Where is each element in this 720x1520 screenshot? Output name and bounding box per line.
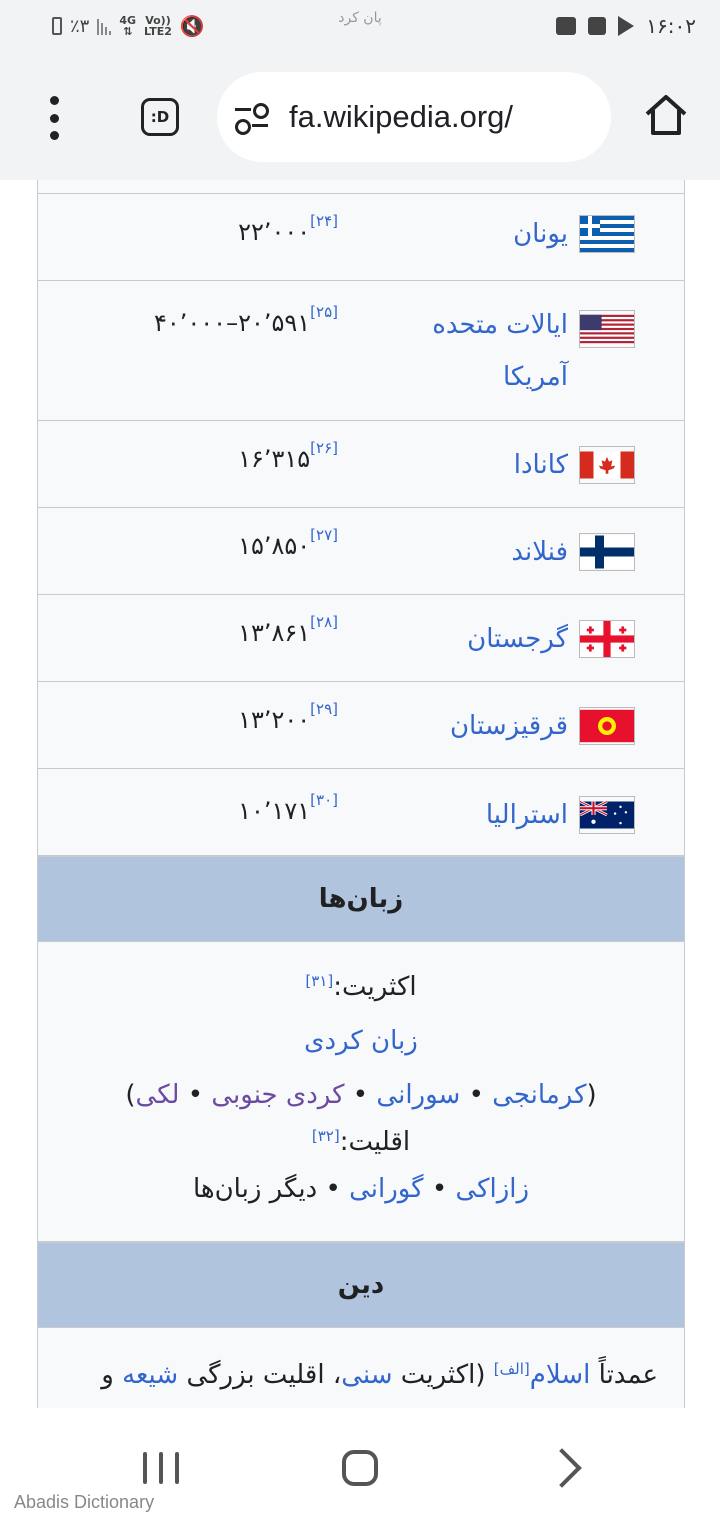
more-menu-icon[interactable] [44,96,64,140]
reference-link[interactable]: [۳۲] [312,1127,340,1145]
dialect-link[interactable]: سورانی [376,1080,460,1110]
languages-heading: زبان‌ها [38,856,684,942]
image-icon [588,17,607,35]
folder-icon [556,17,577,35]
browser-toolbar: :D fa.wikipedia.org/ [0,54,720,181]
status-bar: ٪۳ 4G ⇅ Vo)) LTE2 🔇 پان کرد ۱۶:۰۲ [0,0,720,54]
page-content: یونان [۲۴]۲۲٬۰۰۰ ایالات متحده آمریکا [۲۵… [0,180,720,1412]
table-row: گرجستان [۲۸]۱۳٬۸۶۱ [38,595,684,682]
country-cell: قرقیزستان [450,708,634,744]
home-button-icon[interactable] [342,1450,378,1486]
country-link[interactable]: یونان [513,219,568,249]
url-text[interactable]: fa.wikipedia.org/ [289,99,513,135]
country-link[interactable]: استرالیا [486,800,568,830]
religion-heading: دین [38,1242,684,1328]
site-settings-icon[interactable] [235,102,271,135]
desktop-site-icon[interactable]: :D [141,98,179,136]
table-row: قرقیزستان [۲۹]۱۳٬۲۰۰ [38,682,684,769]
languages-section: اکثریت:[۳۱] زبان کردی (کرمانجی • سورانی … [38,942,684,1242]
majority-line: اکثریت:[۳۱] [305,972,417,1002]
population-cell: [۲۵]۲۰٬۵۹۱–۴۰٬۰۰۰ [153,303,338,337]
reference-link[interactable]: [۲۶] [310,439,338,457]
kurdish-language-link[interactable]: زبان کردی [304,1026,418,1056]
dialects-line: (کرمانجی • سورانی • کردی جنوبی • لکی) [125,1080,597,1110]
dialect-link[interactable]: کردی جنوبی [211,1080,344,1110]
religion-section: عمدتاً اسلام[الف] (اکثریت سنی، اقلیت بزر… [101,1360,658,1390]
table-row: ایالات متحده آمریکا [۲۵]۲۰٬۵۹۱–۴۰٬۰۰۰ [38,281,684,421]
clock: ۱۶:۰۲ [646,14,696,38]
country-cell: کانادا [514,447,634,483]
flag-greece-icon [580,216,634,252]
flag-georgia-icon [580,621,634,657]
reference-link[interactable]: [۳۱] [305,972,333,990]
watermark: Abadis Dictionary [14,1492,155,1512]
table-row: فنلاند [۲۷]۱۵٬۸۵۰ [38,508,684,595]
flag-finland-icon [580,535,634,569]
country-cell: گرجستان [467,621,634,657]
country-link[interactable]: کانادا [514,450,568,480]
country-cell: یونان [513,216,634,252]
country-link[interactable]: ایالات متحده آمریکا [408,299,568,403]
back-icon[interactable] [542,1448,582,1488]
population-cell: [۳۰]۱۰٬۱۷۱ [238,791,338,825]
reference-link[interactable]: [۲۷] [310,526,338,544]
country-link[interactable]: گرجستان [467,624,568,654]
status-right: ۱۶:۰۲ [556,14,696,38]
minority-line: اقلیت:[۳۲] [311,1127,411,1157]
population-cell: [۲۷]۱۵٬۸۵۰ [238,526,338,560]
country-link[interactable]: فنلاند [511,537,568,567]
home-icon[interactable] [643,92,689,138]
note-link[interactable]: [الف] [494,1360,530,1378]
country-link[interactable]: قرقیزستان [450,711,568,741]
dialect-link[interactable]: لکی [136,1080,180,1110]
dialect-link[interactable]: کرمانجی [492,1080,586,1110]
minority-language-link[interactable]: گورانی [349,1174,424,1204]
flag-canada-icon [580,451,634,479]
flag-usa-icon [580,314,634,344]
table-row: کانادا [۲۶]۱۶٬۳۱۵ [38,421,684,508]
table-row: یونان [۲۴]۲۲٬۰۰۰ [38,194,684,281]
reference-link[interactable]: [۲۸] [310,613,338,631]
sunni-link[interactable]: سنی [341,1360,392,1390]
country-cell: ایالات متحده آمریکا [408,307,634,403]
country-cell: فنلاند [511,534,634,570]
minority-languages-line: زازاکی • گورانی • دیگر زبان‌ها [192,1174,530,1204]
flag-kyrgyzstan-icon [580,709,634,743]
population-cell: [۲۴]۲۲٬۰۰۰ [238,212,338,246]
play-store-icon [618,16,635,36]
table-row: استرالیا [۳۰]۱۰٬۱۷۱ [38,769,684,856]
infobox: یونان [۲۴]۲۲٬۰۰۰ ایالات متحده آمریکا [۲۵… [37,180,685,1408]
population-cell: [۲۹]۱۳٬۲۰۰ [238,700,338,734]
reference-link[interactable]: [۲۵] [310,303,338,321]
population-cell: [۲۶]۱۶٬۳۱۵ [238,439,338,473]
reference-link[interactable]: [۲۴] [310,212,338,230]
reference-link[interactable]: [۳۰] [310,791,338,809]
population-cell: [۲۸]۱۳٬۸۶۱ [238,613,338,647]
minority-language-link[interactable]: زازاکی [455,1174,529,1204]
reference-link[interactable]: [۲۹] [310,700,338,718]
shia-link[interactable]: شیعه [122,1360,178,1390]
address-bar[interactable]: fa.wikipedia.org/ [217,72,611,162]
islam-link[interactable]: اسلام [530,1360,591,1390]
flag-australia-icon [580,800,634,829]
table-row-partial [38,180,684,194]
country-cell: استرالیا [486,797,634,833]
recent-apps-icon[interactable] [143,1452,179,1484]
